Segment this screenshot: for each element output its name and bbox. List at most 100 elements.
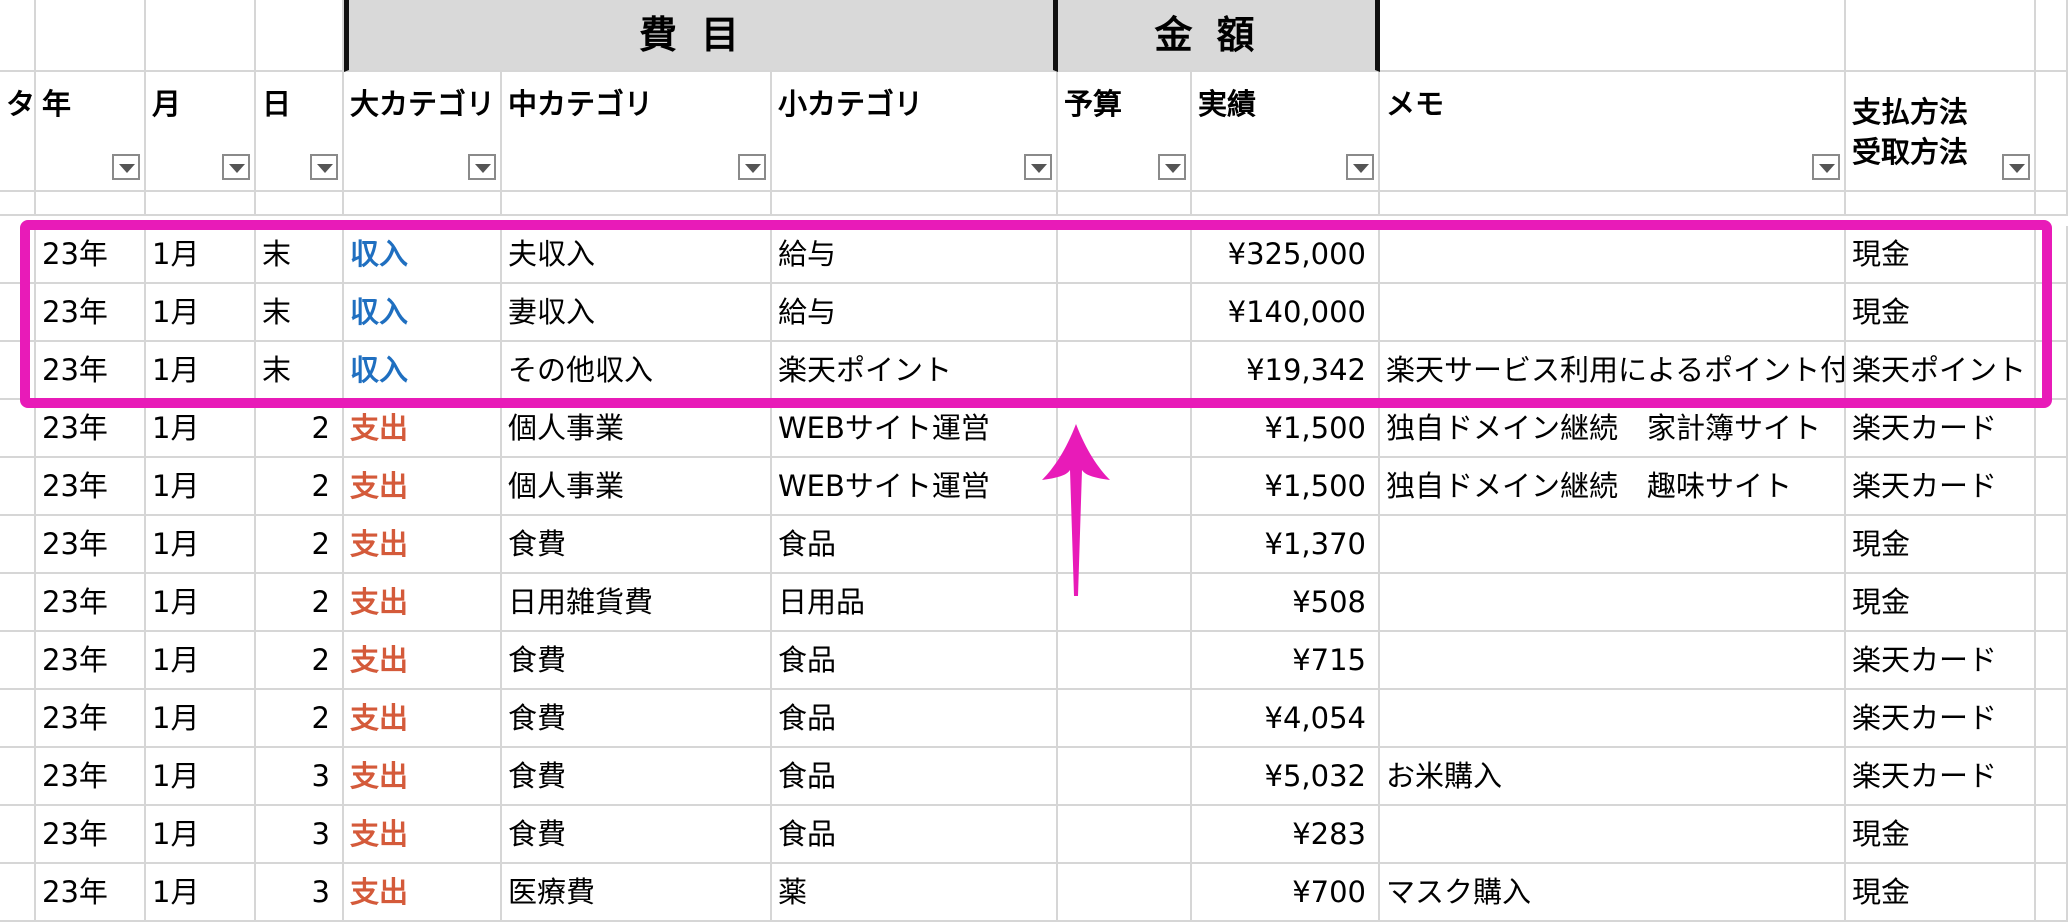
cell-pay[interactable]: 楽天カード <box>1846 400 2036 458</box>
cell-month[interactable]: 1月 <box>146 690 256 748</box>
cell-year[interactable]: 23年 <box>36 516 146 574</box>
cell[interactable] <box>2036 192 2068 216</box>
filter-dropdown-icon[interactable] <box>2002 154 2030 180</box>
cell-major[interactable]: 支出 <box>344 690 502 748</box>
cell[interactable] <box>2036 400 2068 458</box>
cell-minor[interactable]: 食品 <box>772 806 1058 864</box>
cell[interactable] <box>0 192 36 216</box>
cell-budget[interactable] <box>1058 864 1192 922</box>
cell-major[interactable]: 支出 <box>344 864 502 922</box>
cell[interactable] <box>344 192 502 216</box>
cell-actual[interactable]: ¥4,054 <box>1192 690 1380 748</box>
header-major-category[interactable]: 大カテゴリ <box>344 72 502 192</box>
cell[interactable] <box>0 748 36 806</box>
cell-major[interactable]: 支出 <box>344 632 502 690</box>
cell-mid[interactable]: 食費 <box>502 690 772 748</box>
cell-pay[interactable]: 楽天カード <box>1846 748 2036 806</box>
cell-budget[interactable] <box>1058 806 1192 864</box>
cell-major[interactable]: 支出 <box>344 400 502 458</box>
cell-minor[interactable]: 日用品 <box>772 574 1058 632</box>
cell[interactable] <box>0 516 36 574</box>
cell[interactable] <box>0 632 36 690</box>
filter-dropdown-icon[interactable] <box>468 154 496 180</box>
cell-mid[interactable]: 日用雑貨費 <box>502 574 772 632</box>
cell-day[interactable]: 3 <box>256 806 344 864</box>
filter-dropdown-icon[interactable] <box>1812 154 1840 180</box>
cell-minor[interactable]: 食品 <box>772 516 1058 574</box>
cell-actual[interactable]: ¥5,032 <box>1192 748 1380 806</box>
cell[interactable] <box>502 192 772 216</box>
cell[interactable] <box>2036 72 2068 192</box>
cell-memo[interactable] <box>1380 690 1846 748</box>
cell-actual[interactable]: ¥1,500 <box>1192 400 1380 458</box>
cell[interactable] <box>1192 192 1380 216</box>
cell-day[interactable]: 2 <box>256 516 344 574</box>
cell-memo[interactable] <box>1380 574 1846 632</box>
cell-pay[interactable]: 楽天カード <box>1846 458 2036 516</box>
cell-year[interactable]: 23年 <box>36 574 146 632</box>
cell-year[interactable]: 23年 <box>36 864 146 922</box>
filter-dropdown-icon[interactable] <box>112 154 140 180</box>
cell-minor[interactable]: 食品 <box>772 690 1058 748</box>
cell[interactable] <box>2036 632 2068 690</box>
cell-memo[interactable] <box>1380 632 1846 690</box>
header-year[interactable]: 年 <box>36 72 146 192</box>
cell-day[interactable]: 2 <box>256 400 344 458</box>
cell[interactable] <box>0 458 36 516</box>
cell-major[interactable]: 支出 <box>344 748 502 806</box>
cell-mid[interactable]: 食費 <box>502 516 772 574</box>
cell-minor[interactable]: WEBサイト運営 <box>772 400 1058 458</box>
cell-minor[interactable]: WEBサイト運営 <box>772 458 1058 516</box>
cell[interactable] <box>0 864 36 922</box>
cell[interactable] <box>0 0 36 72</box>
cell-major[interactable]: 支出 <box>344 458 502 516</box>
cell-month[interactable]: 1月 <box>146 400 256 458</box>
cell-day[interactable]: 2 <box>256 458 344 516</box>
cell-pay[interactable]: 楽天カード <box>1846 690 2036 748</box>
cell-month[interactable]: 1月 <box>146 748 256 806</box>
cell[interactable] <box>0 690 36 748</box>
header-month[interactable]: 月 <box>146 72 256 192</box>
cell-month[interactable]: 1月 <box>146 632 256 690</box>
header-payment-method[interactable]: 支払方法 受取方法 <box>1846 72 2036 192</box>
cell[interactable] <box>1380 192 1846 216</box>
cell[interactable] <box>146 192 256 216</box>
cell[interactable] <box>2036 690 2068 748</box>
header-actual[interactable]: 実績 <box>1192 72 1380 192</box>
himoku-group-header[interactable]: 費目 <box>344 0 1058 72</box>
cell-minor[interactable]: 食品 <box>772 632 1058 690</box>
cell[interactable] <box>1380 0 1846 72</box>
cell-actual[interactable]: ¥283 <box>1192 806 1380 864</box>
cell-budget[interactable] <box>1058 748 1192 806</box>
cell-pay[interactable]: 現金 <box>1846 516 2036 574</box>
cell-day[interactable]: 2 <box>256 690 344 748</box>
filter-dropdown-icon[interactable] <box>310 154 338 180</box>
cell-mid[interactable]: 個人事業 <box>502 458 772 516</box>
header-budget[interactable]: 予算 <box>1058 72 1192 192</box>
cell-budget[interactable] <box>1058 690 1192 748</box>
cell[interactable] <box>146 0 256 72</box>
cell[interactable] <box>0 400 36 458</box>
filter-dropdown-icon[interactable] <box>1158 154 1186 180</box>
cell-memo[interactable]: マスク購入 <box>1380 864 1846 922</box>
cell[interactable] <box>772 192 1058 216</box>
cell[interactable] <box>1846 0 2036 72</box>
cell-memo[interactable]: お米購入 <box>1380 748 1846 806</box>
cell-mid[interactable]: 食費 <box>502 806 772 864</box>
cell-day[interactable]: 3 <box>256 748 344 806</box>
cell-month[interactable]: 1月 <box>146 806 256 864</box>
kingaku-group-header[interactable]: 金額 <box>1058 0 1380 72</box>
cell-mid[interactable]: 個人事業 <box>502 400 772 458</box>
cell-mid[interactable]: 食費 <box>502 632 772 690</box>
cell[interactable] <box>0 574 36 632</box>
cell-month[interactable]: 1月 <box>146 458 256 516</box>
cell[interactable] <box>36 192 146 216</box>
cell[interactable] <box>1058 192 1192 216</box>
filter-dropdown-icon[interactable] <box>222 154 250 180</box>
cell-pay[interactable]: 現金 <box>1846 574 2036 632</box>
filter-dropdown-icon[interactable] <box>1346 154 1374 180</box>
filter-dropdown-icon[interactable] <box>738 154 766 180</box>
cell[interactable] <box>36 0 146 72</box>
cell-memo[interactable]: 独自ドメイン継続 趣味サイト <box>1380 458 1846 516</box>
header-minor-category[interactable]: 小カテゴリ <box>772 72 1058 192</box>
